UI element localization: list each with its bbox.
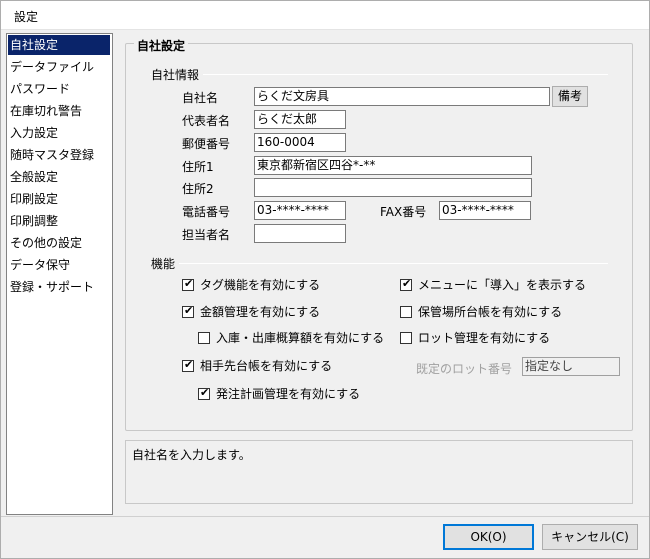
checkbox-box[interactable] — [198, 332, 210, 344]
default-lot-label: 既定のロット番号 — [416, 362, 513, 376]
checkbox-label: メニューに「導入」を表示する — [418, 278, 587, 292]
check-icon: ✔ — [184, 277, 194, 290]
menu-intro-checkbox[interactable]: ✔ メニューに「導入」を表示する — [400, 277, 600, 293]
fax-input[interactable]: 03-****-**** — [439, 201, 531, 220]
checkbox-box[interactable]: ✔ — [182, 358, 194, 372]
address2-label: 住所2 — [182, 182, 214, 196]
check-icon: ✔ — [200, 386, 210, 399]
tag-feature-checkbox[interactable]: ✔ タグ機能を有効にする — [182, 277, 382, 293]
checkbox-label: 金額管理を有効にする — [200, 305, 321, 319]
postal-code-label: 郵便番号 — [182, 137, 231, 151]
check-icon: ✔ — [184, 304, 194, 317]
fax-label: FAX番号 — [380, 205, 427, 219]
checkbox-label: ロット管理を有効にする — [418, 331, 551, 345]
features-divider — [150, 263, 608, 264]
contact-label: 担当者名 — [182, 228, 231, 242]
cancel-button[interactable]: キャンセル(C) — [542, 524, 638, 550]
lot-management-checkbox[interactable]: ロット管理を有効にする — [400, 330, 600, 346]
address1-input[interactable]: 東京都新宿区四谷*-** — [254, 156, 532, 175]
sidebar-item-password[interactable]: パスワード — [8, 79, 110, 99]
sidebar-item-master-registration[interactable]: 随時マスタ登録 — [8, 145, 110, 165]
checkbox-box[interactable]: ✔ — [198, 386, 210, 400]
checkbox-box[interactable]: ✔ — [182, 277, 194, 291]
checkbox-box[interactable]: ✔ — [400, 277, 412, 291]
help-description-box: 自社名を入力します。 — [125, 440, 633, 504]
check-icon: ✔ — [184, 358, 194, 371]
storage-ledger-checkbox[interactable]: 保管場所台帳を有効にする — [400, 304, 600, 320]
checkbox-label: タグ機能を有効にする — [200, 278, 321, 292]
help-text: 自社名を入力します。 — [132, 448, 251, 462]
sidebar-item-input-settings[interactable]: 入力設定 — [8, 123, 110, 143]
title-bar: 設定 — [0, 0, 650, 30]
sidebar-item-registration-support[interactable]: 登録・サポート — [8, 277, 110, 297]
ok-button[interactable]: OK(O) — [443, 524, 534, 550]
checkbox-label: 入庫・出庫概算額を有効にする — [216, 331, 385, 345]
settings-category-list[interactable]: 自社設定 データファイル パスワード 在庫切れ警告 入力設定 随時マスタ登録 全… — [6, 33, 113, 515]
sidebar-item-general-settings[interactable]: 全般設定 — [8, 167, 110, 187]
company-name-label: 自社名 — [182, 91, 219, 105]
checkbox-label: 発注計画管理を有効にする — [216, 387, 361, 401]
sidebar-item-data-file[interactable]: データファイル — [8, 57, 110, 77]
amount-management-checkbox[interactable]: ✔ 金額管理を有効にする — [182, 304, 382, 320]
company-info-section-label: 自社情報 — [151, 66, 204, 83]
representative-input[interactable]: らくだ太郎 — [254, 110, 346, 129]
checkbox-box[interactable]: ✔ — [182, 304, 194, 318]
address1-label: 住所1 — [182, 160, 214, 174]
phone-input[interactable]: 03-****-**** — [254, 201, 346, 220]
sidebar-item-print-adjust[interactable]: 印刷調整 — [8, 211, 110, 231]
check-icon: ✔ — [402, 277, 412, 290]
address2-input[interactable] — [254, 178, 532, 197]
checkbox-box[interactable] — [400, 306, 412, 318]
notes-button[interactable]: 備考 — [552, 86, 588, 107]
sidebar-item-company-settings[interactable]: 自社設定 — [8, 35, 110, 55]
in-out-estimate-checkbox[interactable]: 入庫・出庫概算額を有効にする — [198, 330, 398, 346]
default-lot-input[interactable]: 指定なし — [522, 357, 620, 376]
checkbox-label: 相手先台帳を有効にする — [200, 359, 333, 373]
sidebar-item-other-settings[interactable]: その他の設定 — [8, 233, 110, 253]
contact-input[interactable] — [254, 224, 346, 243]
postal-code-input[interactable]: 160-0004 — [254, 133, 346, 152]
company-name-input[interactable]: らくだ文房具 — [254, 87, 550, 106]
company-info-divider — [150, 74, 608, 75]
checkbox-label: 保管場所台帳を有効にする — [418, 305, 563, 319]
phone-label: 電話番号 — [182, 205, 231, 219]
order-plan-checkbox[interactable]: ✔ 発注計画管理を有効にする — [198, 386, 398, 402]
sidebar-item-data-maintenance[interactable]: データ保守 — [8, 255, 110, 275]
group-title: 自社設定 — [134, 37, 189, 54]
footer-divider — [0, 516, 650, 517]
sidebar-item-print-settings[interactable]: 印刷設定 — [8, 189, 110, 209]
checkbox-box[interactable] — [400, 332, 412, 344]
partner-ledger-checkbox[interactable]: ✔ 相手先台帳を有効にする — [182, 358, 382, 374]
representative-label: 代表者名 — [182, 114, 231, 128]
sidebar-item-stockout-warning[interactable]: 在庫切れ警告 — [8, 101, 110, 121]
window-title: 設定 — [14, 10, 39, 24]
features-section-label: 機能 — [151, 255, 180, 272]
